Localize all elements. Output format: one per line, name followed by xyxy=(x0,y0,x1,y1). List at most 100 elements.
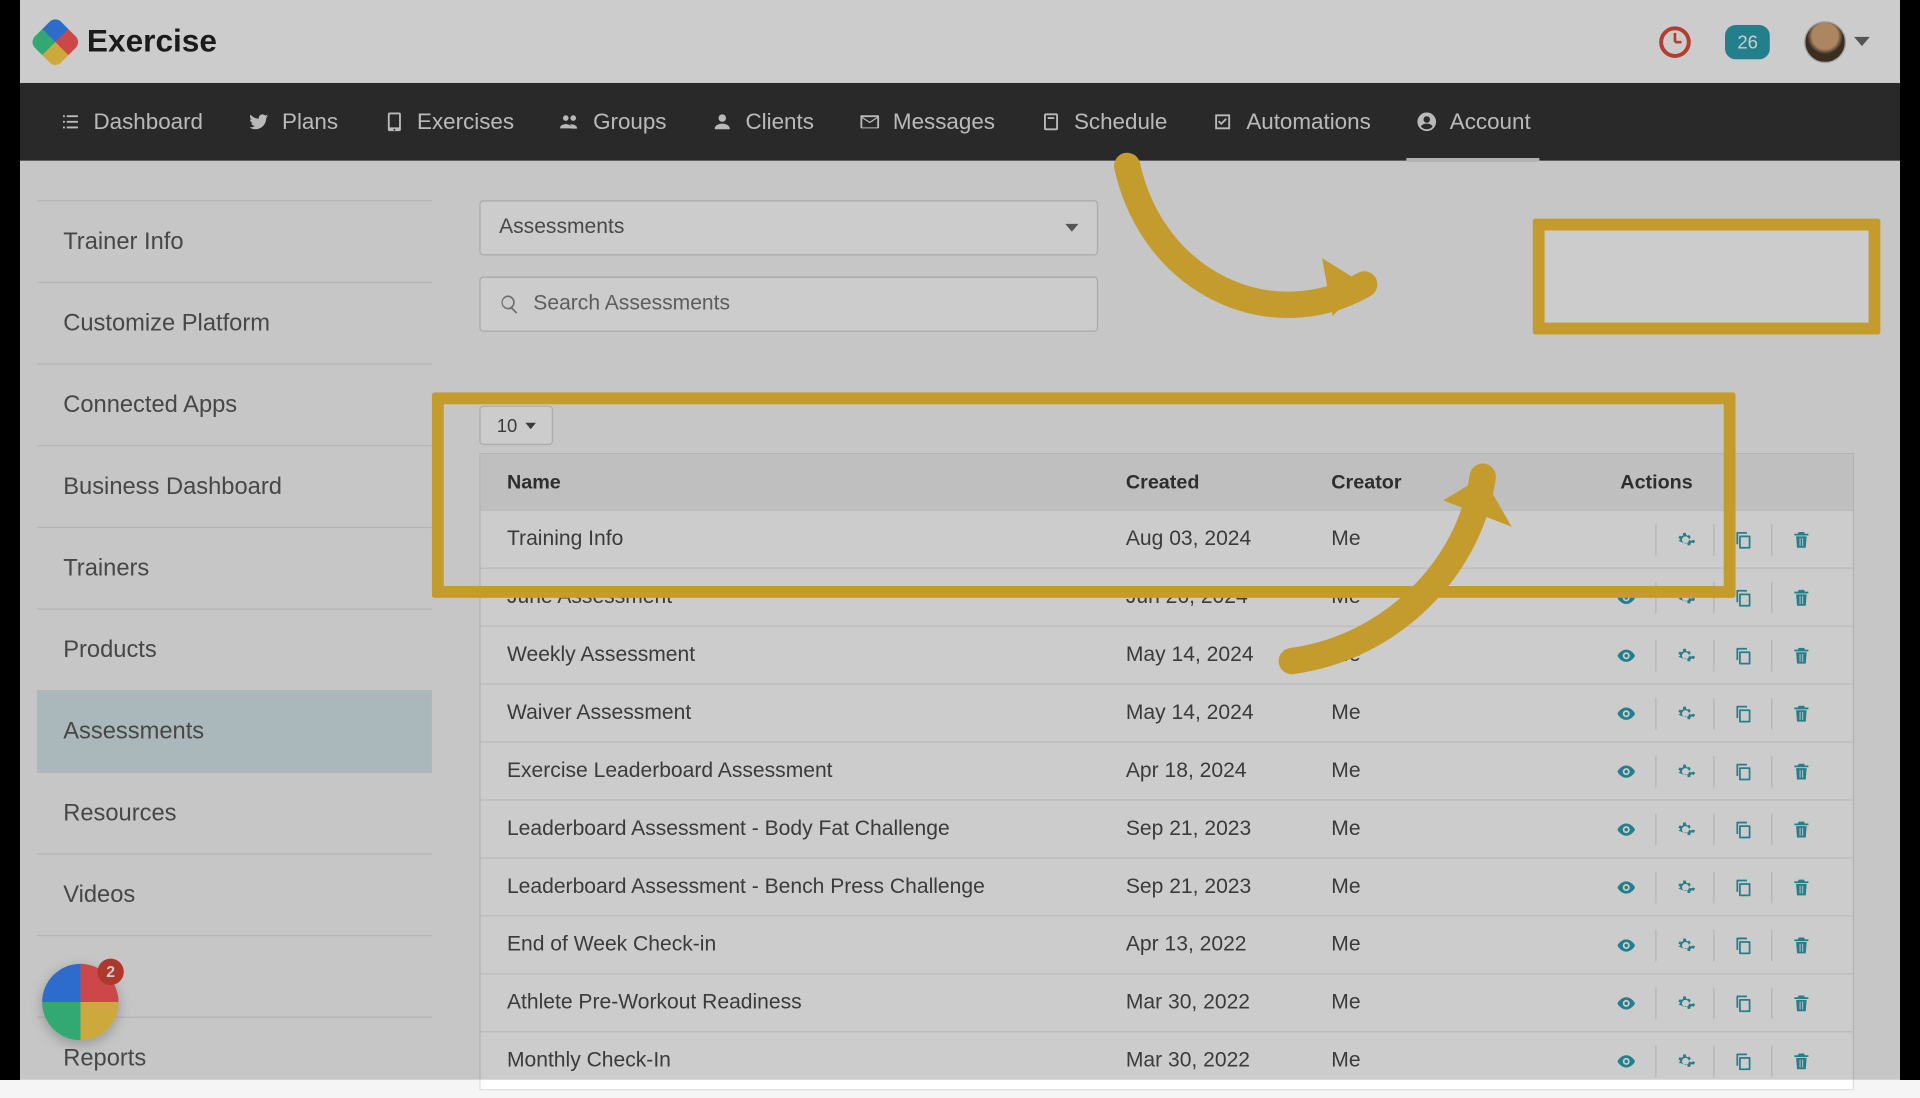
copy-icon[interactable] xyxy=(1713,639,1771,671)
user-menu[interactable] xyxy=(1804,20,1870,62)
nav-item-label: Automations xyxy=(1246,109,1370,135)
delete-icon[interactable] xyxy=(1771,1045,1829,1077)
settings-icon[interactable] xyxy=(1655,813,1713,845)
cell-actions xyxy=(1460,581,1852,613)
cell-name[interactable]: Leaderboard Assessment - Bench Press Cha… xyxy=(481,875,1126,899)
add-new-assessments-button[interactable]: + Add New Assessments xyxy=(1548,248,1854,306)
copy-icon[interactable] xyxy=(1713,581,1771,613)
view-icon[interactable] xyxy=(1597,929,1655,961)
copy-icon[interactable] xyxy=(1713,987,1771,1019)
cell-created: Jun 26, 2024 xyxy=(1126,585,1331,609)
cell-name[interactable]: End of Week Check-in xyxy=(481,933,1126,957)
view-icon[interactable] xyxy=(1597,755,1655,787)
copy-icon[interactable] xyxy=(1713,697,1771,729)
cell-creator: Me xyxy=(1331,875,1460,899)
sidebar-item-trainer-info[interactable]: Trainer Info xyxy=(37,200,432,282)
copy-icon[interactable] xyxy=(1713,871,1771,903)
search-input[interactable] xyxy=(533,292,1078,316)
cell-created: Mar 30, 2022 xyxy=(1126,1049,1331,1073)
annotation-arrow-to-add xyxy=(1075,140,1444,364)
delete-icon[interactable] xyxy=(1771,523,1829,555)
cell-name[interactable]: Exercise Leaderboard Assessment xyxy=(481,759,1126,783)
list-icon xyxy=(59,111,81,133)
delete-icon[interactable] xyxy=(1771,987,1829,1019)
nav-item-schedule[interactable]: Schedule xyxy=(1017,83,1189,161)
cell-name[interactable]: Weekly Assessment xyxy=(481,643,1126,667)
nav-item-label: Exercises xyxy=(417,109,514,135)
nav-item-exercises[interactable]: Exercises xyxy=(360,83,536,161)
delete-icon[interactable] xyxy=(1771,929,1829,961)
view-icon[interactable] xyxy=(1597,871,1655,903)
nav-item-label: Account xyxy=(1450,109,1531,135)
nav-item-automations[interactable]: Automations xyxy=(1190,83,1393,161)
settings-icon[interactable] xyxy=(1655,639,1713,671)
nav-item-plans[interactable]: Plans xyxy=(225,83,360,161)
table-row: Leaderboard Assessment - Body Fat Challe… xyxy=(481,799,1853,857)
delete-icon[interactable] xyxy=(1771,813,1829,845)
cell-name[interactable]: Waiver Assessment xyxy=(481,701,1126,725)
cell-name[interactable]: Monthly Check-In xyxy=(481,1049,1126,1073)
sidebar-item-business-dashboard[interactable]: Business Dashboard xyxy=(37,445,432,527)
cell-name[interactable]: Leaderboard Assessment - Body Fat Challe… xyxy=(481,817,1126,841)
copy-icon[interactable] xyxy=(1713,523,1771,555)
cell-name[interactable]: Athlete Pre-Workout Readiness xyxy=(481,991,1126,1015)
sidebar-item-trainers[interactable]: Trainers xyxy=(37,527,432,609)
nav-item-account[interactable]: Account xyxy=(1393,83,1553,161)
brand-logo-icon xyxy=(29,15,81,67)
notification-count-badge[interactable]: 26 xyxy=(1726,24,1770,58)
cell-created: Mar 30, 2022 xyxy=(1126,991,1331,1015)
settings-icon[interactable] xyxy=(1655,697,1713,729)
view-icon[interactable] xyxy=(1597,987,1655,1019)
delete-icon[interactable] xyxy=(1771,581,1829,613)
settings-icon[interactable] xyxy=(1655,871,1713,903)
settings-icon[interactable] xyxy=(1655,1045,1713,1077)
nav-item-dashboard[interactable]: Dashboard xyxy=(37,83,226,161)
sidebar-item-products[interactable]: Products xyxy=(37,608,432,690)
cell-actions xyxy=(1460,523,1852,555)
copy-icon[interactable] xyxy=(1713,813,1771,845)
cell-actions xyxy=(1460,813,1852,845)
nav-item-groups[interactable]: Groups xyxy=(536,83,688,161)
cell-name[interactable]: June Assessment xyxy=(481,585,1126,609)
chevron-down-icon xyxy=(525,422,536,429)
sidebar-item-videos[interactable]: Videos xyxy=(37,853,432,935)
copy-icon[interactable] xyxy=(1713,1045,1771,1077)
copy-icon[interactable] xyxy=(1713,755,1771,787)
nav-item-messages[interactable]: Messages xyxy=(836,83,1017,161)
help-bubble[interactable]: 2 xyxy=(42,964,118,1040)
cell-creator: Me xyxy=(1331,991,1460,1015)
sidebar-item-assessments[interactable]: Assessments xyxy=(37,690,432,772)
sidebar-item-connected-apps[interactable]: Connected Apps xyxy=(37,363,432,445)
main-content: Assessments + Add New Assessments 10 xyxy=(442,161,1919,1080)
copy-icon[interactable] xyxy=(1713,929,1771,961)
settings-icon[interactable] xyxy=(1655,987,1713,1019)
settings-icon[interactable] xyxy=(1655,929,1713,961)
table-row: June AssessmentJun 26, 2024Me xyxy=(481,568,1853,626)
table-row: Leaderboard Assessment - Bench Press Cha… xyxy=(481,857,1853,915)
brand[interactable]: Exercise xyxy=(37,23,217,60)
delete-icon[interactable] xyxy=(1771,639,1829,671)
sidebar-item-resources[interactable]: Resources xyxy=(37,772,432,854)
nav-item-clients[interactable]: Clients xyxy=(689,83,836,161)
assessments-type-select[interactable]: Assessments xyxy=(479,200,1098,255)
delete-icon[interactable] xyxy=(1771,871,1829,903)
view-icon[interactable] xyxy=(1597,581,1655,613)
check-icon xyxy=(1212,111,1234,133)
page-size-select[interactable]: 10 xyxy=(479,406,553,446)
settings-icon[interactable] xyxy=(1655,581,1713,613)
cell-creator: Me xyxy=(1331,585,1460,609)
nav-item-label: Clients xyxy=(745,109,813,135)
nav-item-label: Messages xyxy=(893,109,995,135)
sidebar-item-customize-platform[interactable]: Customize Platform xyxy=(37,282,432,364)
clock-icon[interactable] xyxy=(1660,26,1692,58)
view-icon[interactable] xyxy=(1597,1045,1655,1077)
settings-icon[interactable] xyxy=(1655,755,1713,787)
settings-icon[interactable] xyxy=(1655,523,1713,555)
view-icon[interactable] xyxy=(1597,697,1655,729)
cell-name[interactable]: Training Info xyxy=(481,527,1126,551)
delete-icon[interactable] xyxy=(1771,755,1829,787)
delete-icon[interactable] xyxy=(1771,697,1829,729)
view-icon[interactable] xyxy=(1597,813,1655,845)
search-assessments[interactable] xyxy=(479,277,1098,332)
view-icon[interactable] xyxy=(1597,639,1655,671)
